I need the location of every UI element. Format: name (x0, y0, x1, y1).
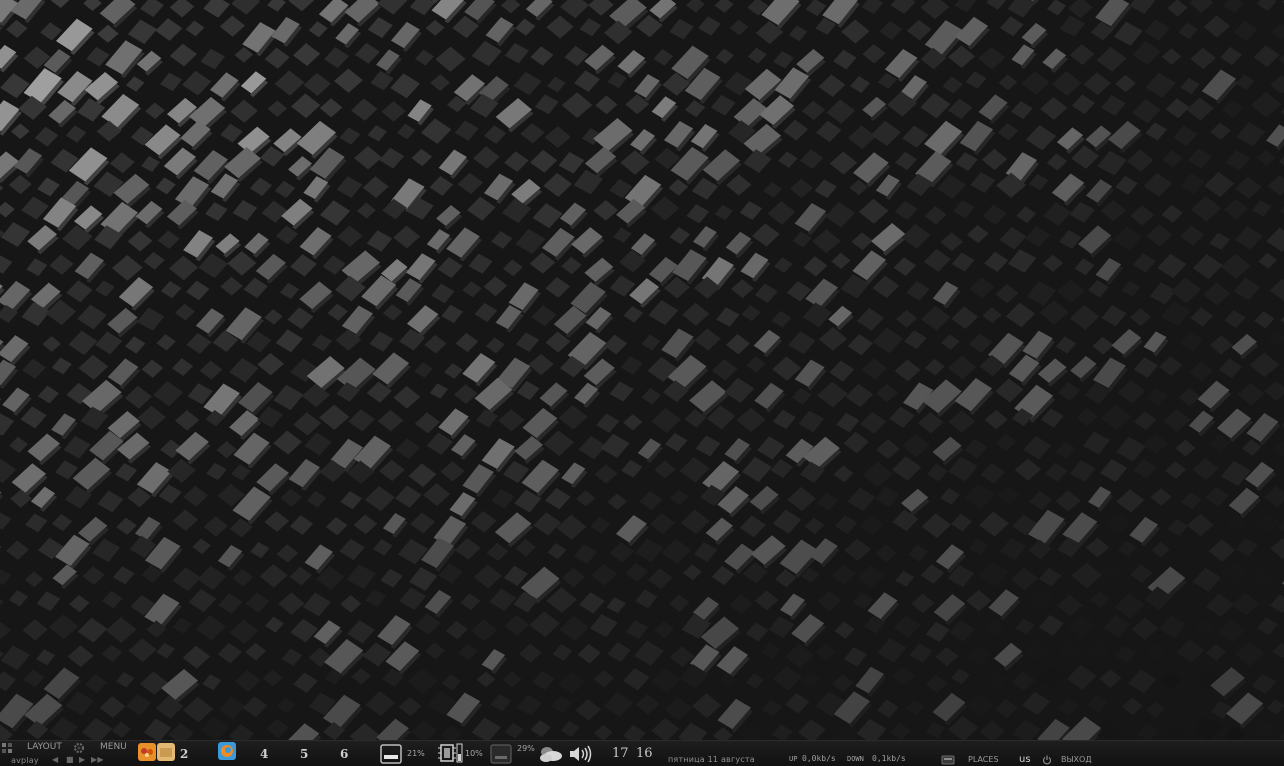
speaker-icon[interactable] (568, 745, 594, 763)
desktop-wallpaper (0, 0, 1284, 740)
gear-icon[interactable] (73, 742, 85, 754)
keyboard-layout-indicator[interactable]: us (1019, 754, 1031, 765)
menu-button[interactable]: MENU (100, 742, 127, 752)
player-stop-button[interactable]: ■ (66, 755, 74, 764)
tag-6[interactable]: 6 (340, 747, 348, 761)
player-name: avplay (11, 756, 39, 765)
net-down-label: DOWN (847, 755, 864, 763)
net-up-label: UP (789, 755, 798, 763)
player-play-button[interactable]: ▶ (79, 755, 85, 764)
firefox-icon[interactable] (218, 742, 236, 760)
disk-icon (490, 744, 512, 764)
disk-percent: 29% (517, 744, 535, 753)
clock-minutes: 16 (636, 746, 653, 761)
cpu-chip-icon (437, 742, 463, 764)
places-button[interactable]: PLACES (968, 755, 999, 764)
cloud-icon[interactable] (537, 744, 565, 764)
layout-button[interactable]: LAYOUT (27, 742, 62, 752)
memory-icon (380, 744, 402, 764)
logout-button[interactable]: ВЫХОД (1061, 755, 1092, 764)
places-icon[interactable] (941, 755, 955, 765)
cpu-percent: 10% (465, 749, 483, 758)
wallpaper-image (0, 0, 1284, 740)
bottom-panel: LAYOUT MENU avplay ◀ ■ ▶ ▶▶ 2 4 5 6 21% … (0, 740, 1284, 766)
player-prev-button[interactable]: ◀ (52, 755, 58, 764)
net-down-value: 0,1kb/s (872, 754, 906, 763)
date-label[interactable]: пятница 11 августа (668, 755, 755, 764)
layout-grid-icon[interactable] (1, 742, 13, 754)
player-next-button[interactable]: ▶▶ (91, 755, 104, 764)
memory-percent: 21% (407, 749, 425, 758)
tag-5[interactable]: 5 (300, 747, 308, 761)
tag-2[interactable]: 2 (180, 747, 188, 761)
power-icon[interactable] (1042, 755, 1052, 765)
tag-4[interactable]: 4 (260, 747, 268, 761)
folder-app-icon[interactable] (157, 743, 175, 761)
clock-hours: 17 (612, 746, 629, 761)
net-up-value: 0,0kb/s (802, 754, 836, 763)
fox-app-icon[interactable] (138, 743, 156, 761)
